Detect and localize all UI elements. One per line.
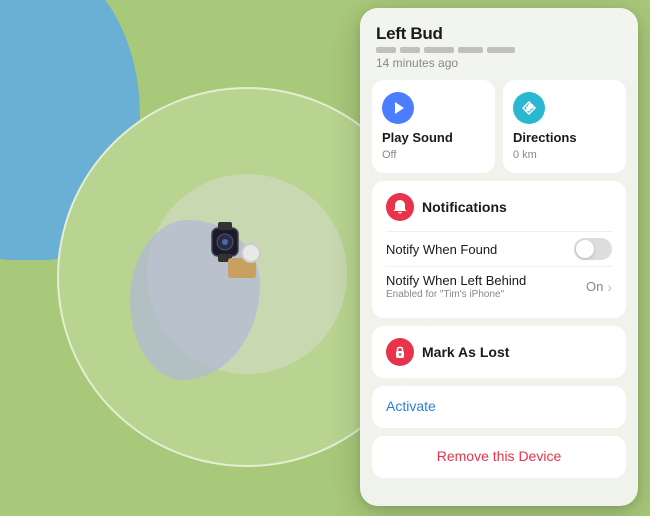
notifications-card: Notifications Notify When Found Notify W…: [372, 181, 626, 318]
activate-link[interactable]: Activate: [386, 398, 436, 414]
notify-left-right: On ›: [586, 279, 612, 295]
notifications-title: Notifications: [422, 199, 507, 215]
lost-header: Mark As Lost: [386, 338, 612, 366]
device-panel: Left Bud 14 minutes ago Play Sound Off: [360, 8, 638, 506]
map-watch-icon: [208, 222, 242, 262]
panel-header: Left Bud 14 minutes ago: [360, 8, 638, 80]
play-sound-icon-circle: [382, 92, 414, 124]
notify-left-row[interactable]: Notify When Left Behind Enabled for "Tim…: [386, 266, 612, 306]
notifications-icon-circle: [386, 193, 414, 221]
action-cards-row: Play Sound Off Directions 0 km: [360, 80, 638, 173]
lost-title: Mark As Lost: [422, 344, 509, 360]
map-small-icon: [241, 243, 261, 263]
notify-found-label: Notify When Found: [386, 242, 497, 257]
id-block-2: [400, 47, 420, 53]
directions-status: 0 km: [513, 149, 616, 161]
id-block-1: [376, 47, 396, 53]
play-sound-card[interactable]: Play Sound Off: [372, 80, 495, 173]
notify-found-row[interactable]: Notify When Found: [386, 231, 612, 266]
notify-found-label-group: Notify When Found: [386, 242, 497, 257]
panel-scroll[interactable]: Play Sound Off Directions 0 km: [360, 80, 638, 506]
notify-left-label: Notify When Left Behind: [386, 273, 526, 288]
id-block-5: [487, 47, 515, 53]
notify-left-label-group: Notify When Left Behind Enabled for "Tim…: [386, 273, 526, 300]
bell-icon: [392, 199, 408, 215]
mark-as-lost-card: Mark As Lost: [372, 326, 626, 378]
id-block-4: [458, 47, 483, 53]
chevron-icon: ›: [607, 279, 612, 295]
device-time: 14 minutes ago: [376, 56, 622, 70]
activate-card[interactable]: Activate: [372, 386, 626, 428]
play-sound-status: Off: [382, 149, 485, 161]
play-icon: [390, 100, 406, 116]
device-name: Left Bud: [376, 24, 622, 44]
notify-left-sublabel: Enabled for "Tim's iPhone": [386, 289, 526, 300]
directions-icon: [521, 100, 537, 116]
notify-left-status: On: [586, 279, 603, 294]
play-sound-label: Play Sound: [382, 130, 485, 145]
lock-icon: [392, 344, 408, 360]
remove-link[interactable]: Remove this Device: [437, 448, 562, 464]
directions-card[interactable]: Directions 0 km: [503, 80, 626, 173]
remove-card[interactable]: Remove this Device: [372, 436, 626, 478]
notifications-header: Notifications: [386, 193, 612, 221]
directions-label: Directions: [513, 130, 616, 145]
id-block-3: [424, 47, 454, 53]
lost-icon-circle: [386, 338, 414, 366]
device-id: [376, 47, 622, 53]
directions-icon-circle: [513, 92, 545, 124]
notify-found-toggle[interactable]: [574, 238, 612, 260]
